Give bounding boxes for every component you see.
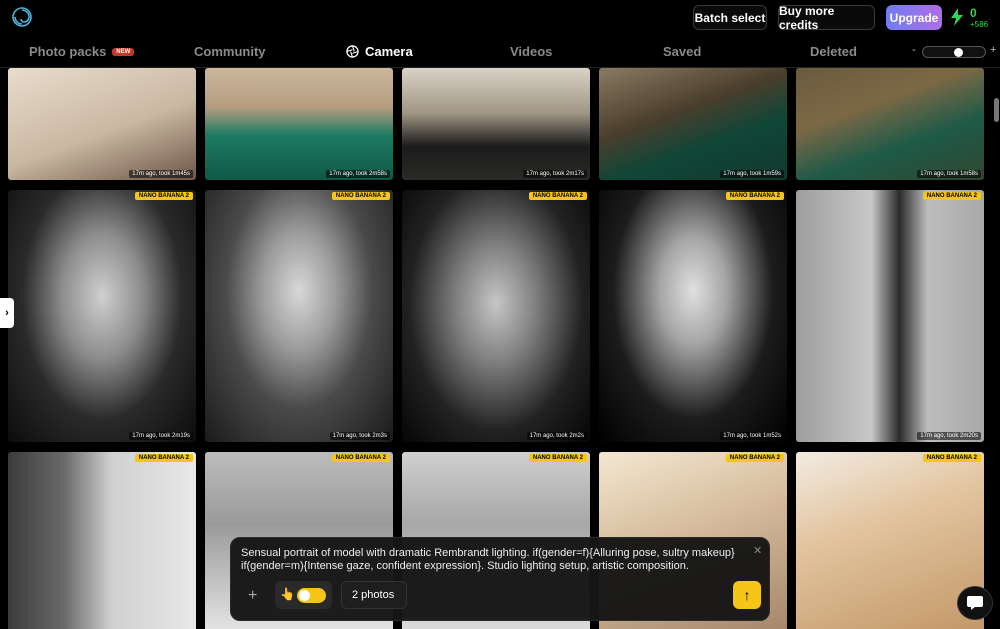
expand-sidebar-button[interactable]: › — [0, 298, 14, 328]
photo-meta: 17m ago, took 2m2s — [526, 432, 587, 440]
photo-card[interactable]: NANO BANANA 2 — [8, 452, 196, 629]
upgrade-button[interactable]: Upgrade — [886, 5, 942, 30]
photo-card[interactable]: NANO BANANA 2 17m ago, took 2m2s — [402, 190, 590, 442]
photo-card[interactable]: NANO BANANA 2 17m ago, took 1m52s — [599, 190, 787, 442]
option-toggle[interactable] — [297, 588, 326, 603]
photo-card[interactable]: 17m ago, took 1m58s — [796, 68, 984, 180]
aperture-icon — [346, 45, 359, 58]
photo-card[interactable]: NANO BANANA 2 — [796, 452, 984, 629]
photo-meta: 17m ago, took 2m17s — [523, 170, 587, 178]
model-badge: NANO BANANA 2 — [922, 192, 981, 200]
photo-card[interactable]: NANO BANANA 2 17m ago, took 2m20s — [796, 190, 984, 442]
model-badge: NANO BANANA 2 — [134, 192, 193, 200]
lightning-bolt-icon — [951, 8, 963, 26]
tab-deleted[interactable]: Deleted — [810, 44, 857, 59]
chat-support-button[interactable] — [957, 586, 993, 620]
spiral-logo-icon[interactable] — [12, 7, 32, 27]
photo-count-select[interactable]: 2 photos — [341, 581, 407, 609]
tab-photo-packs[interactable]: Photo packs NEW — [29, 44, 135, 59]
new-badge: NEW — [112, 47, 135, 56]
main-nav: Photo packs NEW Community Camera Videos … — [0, 36, 1000, 68]
zoom-out-label: - — [912, 44, 916, 56]
credit-count: 0 — [970, 6, 977, 20]
tab-label: Videos — [510, 44, 553, 59]
model-badge: NANO BANANA 2 — [134, 454, 193, 462]
model-badge: NANO BANANA 2 — [331, 192, 390, 200]
photo-card[interactable]: 17m ago, took 1m59s — [599, 68, 787, 180]
tab-videos[interactable]: Videos — [510, 44, 552, 59]
model-badge: NANO BANANA 2 — [922, 454, 981, 462]
photo-meta: 17m ago, took 2m20s — [917, 432, 981, 440]
photo-card[interactable]: 17m ago, took 2m17s — [402, 68, 590, 180]
zoom-slider[interactable] — [922, 46, 986, 58]
model-badge: NANO BANANA 2 — [528, 454, 587, 462]
zoom-in-label: + — [990, 44, 997, 56]
hand-pointer-icon: 👆 — [280, 587, 295, 601]
tab-label: Photo packs — [29, 44, 107, 59]
photo-card[interactable]: 17m ago, took 2m58s — [205, 68, 393, 180]
photo-card[interactable]: 17m ago, took 1m45s — [8, 68, 196, 180]
tab-label: Community — [194, 44, 266, 59]
tab-label: Camera — [365, 44, 413, 59]
prompt-panel: Sensual portrait of model with dramatic … — [230, 537, 770, 621]
model-badge: NANO BANANA 2 — [725, 454, 784, 462]
photo-meta: 17m ago, took 1m58s — [917, 170, 981, 178]
tab-camera[interactable]: Camera — [346, 44, 413, 59]
photo-meta: 17m ago, took 1m45s — [129, 170, 193, 178]
chat-bubble-icon — [967, 596, 983, 610]
scrollbar-thumb[interactable] — [994, 98, 999, 122]
close-icon[interactable]: ✕ — [753, 544, 762, 557]
tab-community[interactable]: Community — [194, 44, 266, 59]
prompt-input[interactable]: Sensual portrait of model with dramatic … — [241, 547, 741, 573]
add-reference-button[interactable]: + — [248, 587, 257, 605]
photo-meta: 17m ago, took 2m58s — [326, 170, 390, 178]
credit-delta: +586 — [970, 20, 989, 29]
photo-meta: 17m ago, took 2m3s — [329, 432, 390, 440]
photo-meta: 17m ago, took 1m59s — [720, 170, 784, 178]
tab-label: Saved — [663, 44, 702, 59]
top-bar: Batch select Buy more credits Upgrade 0 … — [0, 0, 1000, 36]
tab-label: Deleted — [810, 44, 857, 59]
buy-credits-button[interactable]: Buy more credits — [778, 4, 875, 32]
photo-card[interactable]: NANO BANANA 2 17m ago, took 2m3s — [205, 190, 393, 442]
send-arrow-icon[interactable]: ↑ — [733, 581, 761, 609]
photo-card[interactable]: NANO BANANA 2 17m ago, took 2m19s — [8, 190, 196, 442]
tab-saved[interactable]: Saved — [663, 44, 701, 59]
zoom-slider-thumb[interactable] — [954, 48, 963, 57]
photo-meta: 17m ago, took 2m19s — [129, 432, 193, 440]
batch-select-button[interactable]: Batch select — [693, 5, 767, 30]
option-toggle-group: 👆 — [275, 581, 332, 609]
photo-meta: 17m ago, took 1m52s — [720, 432, 784, 440]
model-badge: NANO BANANA 2 — [331, 454, 390, 462]
model-badge: NANO BANANA 2 — [725, 192, 784, 200]
model-badge: NANO BANANA 2 — [528, 192, 587, 200]
toggle-knob — [299, 590, 310, 601]
